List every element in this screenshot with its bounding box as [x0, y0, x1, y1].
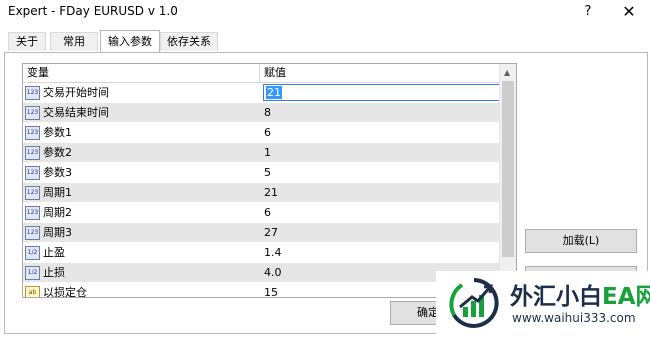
table-row[interactable]: 123 参数2 1: [23, 143, 499, 163]
table-row[interactable]: 123 参数1 6: [23, 123, 499, 143]
value-cell[interactable]: 21: [261, 183, 502, 202]
watermark: 外汇小白EA网 www.waihui333.com: [436, 271, 650, 337]
value-cell[interactable]: 1.4: [261, 243, 502, 262]
string-type-icon: ab: [25, 286, 40, 297]
tab-about[interactable]: 关于: [8, 32, 46, 51]
watermark-url: www.waihui333.com: [512, 311, 636, 325]
vertical-scrollbar[interactable]: ▲: [499, 64, 516, 297]
integer-type-icon: 123: [25, 206, 40, 220]
variable-cell: 123 参数1: [23, 123, 259, 142]
table-row[interactable]: 123 周期2 6: [23, 203, 499, 223]
value-cell[interactable]: 1: [261, 143, 502, 162]
table-row[interactable]: 123 周期1 21: [23, 183, 499, 203]
variable-cell: 123 交易结束时间: [23, 103, 259, 122]
column-header-value[interactable]: 赋值: [260, 64, 494, 82]
value-cell[interactable]: 27: [261, 223, 502, 242]
variable-name: 参数2: [43, 146, 72, 159]
integer-type-icon: 123: [25, 186, 40, 200]
variable-cell: 123 参数2: [23, 143, 259, 162]
scroll-thumb[interactable]: [502, 81, 514, 257]
scroll-up-arrow-icon[interactable]: ▲: [504, 68, 510, 77]
variable-name: 参数3: [43, 166, 72, 179]
double-type-icon: 1/2: [25, 246, 40, 260]
variable-name: 止损: [43, 266, 65, 279]
column-header-variable[interactable]: 变量: [23, 64, 260, 82]
table-row[interactable]: 123 交易开始时间 21: [23, 83, 501, 103]
tab-strip: 关于 常用 输入参数 依存关系: [0, 30, 650, 52]
variable-name: 交易开始时间: [43, 86, 109, 99]
variable-name: 周期2: [43, 206, 72, 219]
variable-cell: ab 以损定仓: [23, 283, 259, 298]
inputs-grid: 变量 赋值 123 交易开始时间 21 123 交易结束时间 8 123 参数1 6 123 参数2…: [22, 63, 517, 298]
variable-cell: 1/2 止盈: [23, 243, 259, 262]
tab-dependencies[interactable]: 依存关系: [160, 32, 218, 51]
watermark-brand: 外汇小白EA网: [510, 284, 650, 310]
value-cell[interactable]: 5: [261, 163, 502, 182]
grid-header: 变量 赋值: [23, 64, 499, 83]
title-bar: Expert - FDay EURUSD v 1.0 ? ✕: [0, 0, 650, 25]
table-row[interactable]: 1/2 止盈 1.4: [23, 243, 499, 263]
table-row[interactable]: 123 交易结束时间 8: [23, 103, 499, 123]
watermark-logo-icon: [449, 278, 499, 328]
tab-common[interactable]: 常用: [50, 32, 98, 51]
variable-name: 以损定仓: [43, 286, 87, 298]
integer-type-icon: 123: [25, 86, 40, 100]
variable-name: 止盈: [43, 246, 65, 259]
variable-name: 周期1: [43, 186, 72, 199]
table-row[interactable]: ab 以损定仓 15: [23, 283, 499, 298]
value-cell[interactable]: 8: [261, 103, 502, 122]
variable-cell: 123 周期3: [23, 223, 259, 242]
integer-type-icon: 123: [25, 106, 40, 120]
integer-type-icon: 123: [25, 226, 40, 240]
variable-cell: 123 交易开始时间: [23, 83, 259, 102]
window-title: Expert - FDay EURUSD v 1.0: [8, 4, 178, 18]
value-cell[interactable]: 6: [261, 203, 502, 222]
variable-cell: 1/2 止损: [23, 263, 259, 282]
integer-type-icon: 123: [25, 166, 40, 180]
tab-inputs[interactable]: 输入参数: [100, 30, 160, 52]
variable-name: 交易结束时间: [43, 106, 109, 119]
variable-name: 参数1: [43, 126, 72, 139]
value-edit-field[interactable]: 21: [263, 84, 501, 101]
table-row[interactable]: 123 周期3 27: [23, 223, 499, 243]
table-row[interactable]: 123 参数3 5: [23, 163, 499, 183]
grid-rows: 123 交易开始时间 21 123 交易结束时间 8 123 参数1 6 123 参数2 1 123 参数…: [23, 83, 501, 298]
variable-cell: 123 周期1: [23, 183, 259, 202]
load-button[interactable]: 加载(L): [525, 229, 637, 253]
variable-cell: 123 周期2: [23, 203, 259, 222]
table-row[interactable]: 1/2 止损 4.0: [23, 263, 499, 283]
close-button[interactable]: ✕: [617, 1, 641, 23]
variable-cell: 123 参数3: [23, 163, 259, 182]
double-type-icon: 1/2: [25, 266, 40, 280]
integer-type-icon: 123: [25, 146, 40, 160]
help-button[interactable]: ?: [578, 2, 598, 22]
integer-type-icon: 123: [25, 126, 40, 140]
selected-value-text: 21: [266, 86, 282, 99]
variable-name: 周期3: [43, 226, 72, 239]
value-cell[interactable]: 6: [261, 123, 502, 142]
